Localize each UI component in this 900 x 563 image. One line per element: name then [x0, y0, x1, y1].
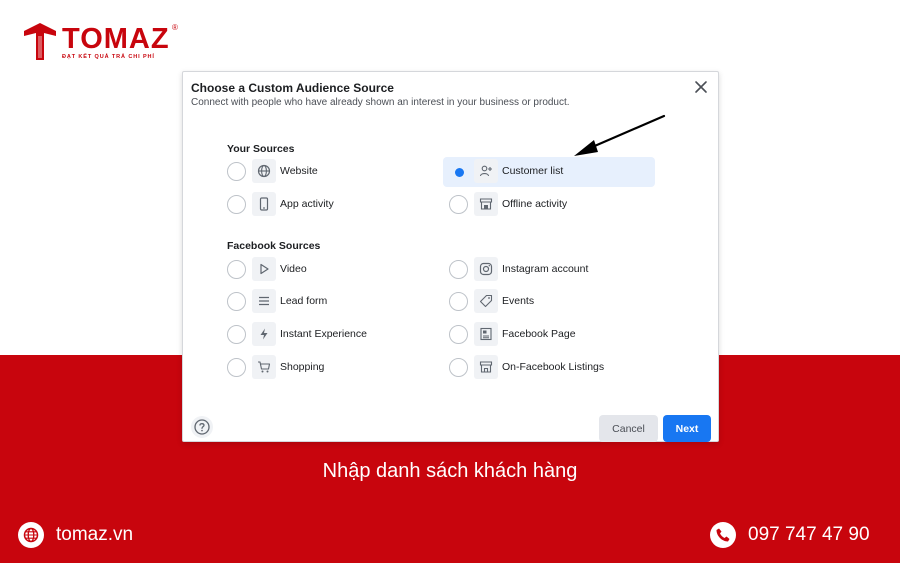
radio-button[interactable]: [449, 292, 468, 311]
instagram-icon: [474, 257, 498, 281]
option-instagram-account[interactable]: Instagram account: [449, 255, 649, 285]
your-sources-title: Your Sources: [227, 143, 295, 155]
radio-button[interactable]: [449, 260, 468, 279]
bolt-icon: [252, 322, 276, 346]
radio-button[interactable]: [227, 358, 246, 377]
dialog-title: Choose a Custom Audience Source: [191, 81, 394, 95]
option-label: Customer list: [502, 165, 564, 177]
close-icon[interactable]: [693, 79, 709, 95]
option-label: Shopping: [280, 361, 325, 373]
caption-text: Nhập danh sách khách hàng: [322, 460, 578, 482]
option-label: Instagram account: [502, 263, 589, 275]
next-button[interactable]: Next: [663, 415, 711, 442]
globe-icon: [18, 522, 44, 548]
option-lead-form[interactable]: Lead form: [227, 287, 427, 317]
play-icon: [252, 257, 276, 281]
option-facebook-page[interactable]: Facebook Page: [449, 320, 649, 350]
radio-button[interactable]: [449, 325, 468, 344]
option-shopping[interactable]: Shopping: [227, 353, 427, 383]
question-icon: [194, 419, 210, 435]
option-video[interactable]: Video: [227, 255, 427, 285]
phone-text: 097 747 47 90: [748, 524, 870, 545]
option-label: App activity: [280, 198, 334, 210]
option-label: Instant Experience: [280, 328, 367, 340]
option-label: On-Facebook Listings: [502, 361, 605, 373]
globe-icon: [252, 159, 276, 183]
radio-button[interactable]: [227, 162, 246, 181]
logo-text: TOMAZ: [62, 23, 170, 55]
page-icon: [474, 322, 498, 346]
mobile-icon: [252, 192, 276, 216]
website-text: tomaz.vn: [56, 524, 134, 545]
radio-button-selected[interactable]: [449, 162, 468, 181]
cart-icon: [252, 355, 276, 379]
radio-button[interactable]: [227, 292, 246, 311]
option-label: Offline activity: [502, 198, 568, 210]
cancel-button[interactable]: Cancel: [599, 415, 658, 442]
option-offline-activity[interactable]: Offline activity: [449, 190, 649, 220]
radio-button[interactable]: [227, 195, 246, 214]
registered-mark: ®: [172, 23, 178, 32]
option-label: Facebook Page: [502, 328, 576, 340]
help-button[interactable]: [191, 416, 213, 438]
pointer-arrow-icon: [574, 114, 666, 156]
dialog-subtitle: Connect with people who have already sho…: [191, 97, 570, 108]
store-icon: [474, 192, 498, 216]
option-events[interactable]: Events: [449, 287, 649, 317]
lines-icon: [252, 289, 276, 313]
storefront-icon: [474, 355, 498, 379]
logo-mark-icon: [24, 23, 56, 60]
radio-button[interactable]: [449, 195, 468, 214]
phone-icon: [710, 522, 736, 548]
option-website[interactable]: Website: [227, 157, 427, 187]
option-instant-experience[interactable]: Instant Experience: [227, 320, 427, 350]
facebook-sources-title: Facebook Sources: [227, 240, 321, 252]
option-label: Video: [280, 263, 307, 275]
logo-tagline: ĐẠT KẾT QUẢ TRẢ CHI PHÍ: [62, 54, 155, 60]
tag-icon: [474, 289, 498, 313]
option-label: Events: [502, 295, 535, 307]
option-app-activity[interactable]: App activity: [227, 190, 427, 220]
customer-list-icon: [474, 159, 498, 183]
radio-button[interactable]: [227, 325, 246, 344]
footer-phone[interactable]: 097 747 47 90: [710, 522, 890, 550]
option-label: Website: [280, 165, 318, 177]
option-label: Lead form: [280, 295, 328, 307]
brand-logo: TOMAZ ® ĐẠT KẾT QUẢ TRẢ CHI PHÍ: [22, 22, 192, 62]
radio-button[interactable]: [227, 260, 246, 279]
radio-button[interactable]: [449, 358, 468, 377]
option-on-facebook-listings[interactable]: On-Facebook Listings: [449, 353, 649, 383]
